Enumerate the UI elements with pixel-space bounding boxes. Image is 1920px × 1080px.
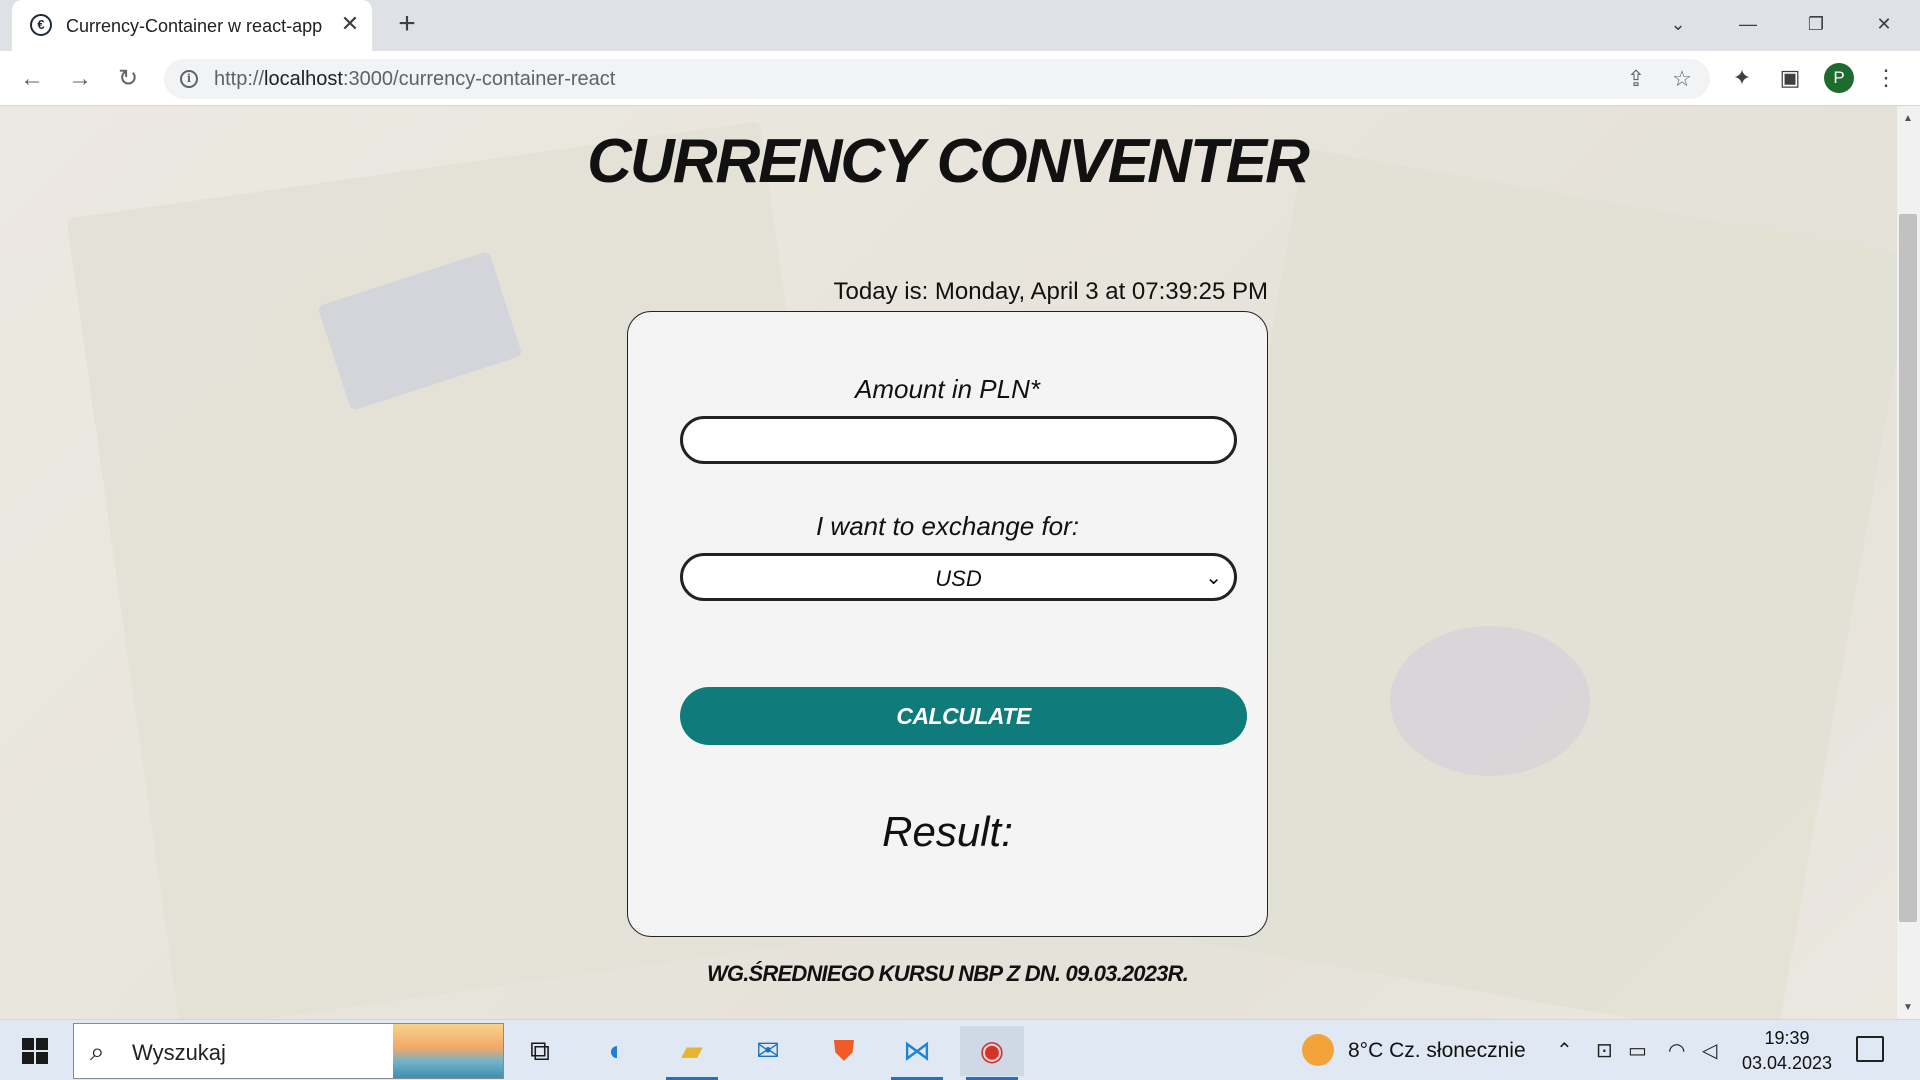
result-label: Result: bbox=[882, 808, 1013, 855]
weather-sun-icon[interactable] bbox=[1302, 1034, 1334, 1066]
url-text: http://localhost:3000/currency-container… bbox=[214, 68, 616, 90]
back-arrow-icon[interactable]: ← bbox=[16, 63, 48, 95]
scroll-up-icon[interactable]: ▲ bbox=[1899, 110, 1917, 128]
brave-browser-icon[interactable]: ⛊ bbox=[812, 1026, 876, 1076]
current-date-time: Today is: Monday, April 3 at 07:39:25 PM bbox=[833, 278, 1268, 305]
hologram-image bbox=[1390, 626, 1590, 776]
edge-browser-icon[interactable]: ◐ bbox=[585, 1026, 649, 1076]
page-title: CURRENCY CONVENTER bbox=[587, 127, 1310, 196]
volume-icon[interactable]: ◁ bbox=[1702, 1038, 1717, 1063]
battery-icon[interactable]: ▭ bbox=[1628, 1038, 1647, 1063]
currency-select[interactable]: USD ⌄ bbox=[680, 553, 1237, 601]
mail-icon[interactable]: ✉ bbox=[736, 1026, 800, 1076]
new-tab-button[interactable]: + bbox=[392, 9, 422, 40]
search-icon: ⌕ bbox=[90, 1036, 105, 1066]
browser-menu-icon[interactable]: ⋮ bbox=[1870, 62, 1902, 94]
vscode-icon[interactable]: ⋈ bbox=[885, 1026, 949, 1080]
side-panel-icon[interactable]: ▣ bbox=[1774, 62, 1806, 94]
file-explorer-icon[interactable]: ▰ bbox=[660, 1026, 724, 1080]
clock-time: 19:39 bbox=[1764, 1028, 1810, 1048]
extensions-puzzle-icon[interactable]: ✦ bbox=[1726, 62, 1758, 94]
windows-start-icon[interactable] bbox=[22, 1038, 48, 1064]
tray-chevron-up-icon[interactable]: ⌃ bbox=[1556, 1038, 1573, 1063]
share-icon[interactable]: ⇪ bbox=[1622, 65, 1650, 93]
forward-arrow-icon[interactable]: → bbox=[64, 63, 96, 95]
banknote-stack-right bbox=[1165, 148, 1897, 1019]
minimize-button[interactable]: — bbox=[1728, 6, 1768, 42]
search-placeholder: Wyszukaj bbox=[132, 1040, 226, 1065]
close-window-button[interactable]: ✕ bbox=[1864, 6, 1904, 42]
amount-label: Amount in PLN* bbox=[855, 374, 1040, 404]
weather-text[interactable]: 8°C Cz. słonecznie bbox=[1348, 1039, 1526, 1063]
scrollbar-thumb[interactable] bbox=[1899, 214, 1917, 922]
amount-input[interactable] bbox=[680, 416, 1237, 464]
calculate-button[interactable]: CALCULATE bbox=[680, 687, 1247, 745]
selected-currency: USD bbox=[935, 566, 982, 591]
close-tab-icon[interactable]: ✕ bbox=[338, 12, 362, 36]
windows-taskbar: ⌕ Wyszukaj ⧉ ◐ ▰ ✉ ⛊ ⋈ ◉ 8°C Cz. słonecz… bbox=[0, 1019, 1920, 1080]
chevron-down-icon: ⌄ bbox=[1205, 567, 1222, 589]
onedrive-sync-icon[interactable]: ⊡ bbox=[1596, 1038, 1613, 1063]
clock-date: 03.04.2023 bbox=[1741, 1053, 1833, 1073]
site-info-icon[interactable]: i bbox=[180, 70, 198, 88]
wifi-icon[interactable]: ◠ bbox=[1668, 1038, 1685, 1063]
task-view-icon[interactable]: ⧉ bbox=[508, 1026, 572, 1076]
tab-search-chevron-icon[interactable]: ⌄ bbox=[1658, 6, 1698, 42]
restore-button[interactable]: ❐ bbox=[1796, 6, 1836, 42]
taskbar-search[interactable]: ⌕ Wyszukaj bbox=[73, 1023, 504, 1079]
bookmark-star-icon[interactable]: ☆ bbox=[1668, 65, 1696, 93]
converter-form: Amount in PLN* I want to exchange for: U… bbox=[627, 311, 1268, 937]
address-bar[interactable]: i http://localhost:3000/currency-contain… bbox=[164, 59, 1710, 99]
euro-favicon-icon: € bbox=[30, 14, 52, 36]
notification-center-icon[interactable] bbox=[1856, 1036, 1884, 1062]
tab-title: Currency-Container w react-app bbox=[66, 16, 323, 36]
browser-tab[interactable]: € Currency-Container w react-app ✕ bbox=[12, 0, 372, 51]
exchange-rate-note: WG.ŚREDNIEGO KURSU NBP Z DN. 09.03.2023R… bbox=[706, 961, 1189, 986]
browser-tab-strip: € Currency-Container w react-app ✕ + ⌄ —… bbox=[0, 0, 1920, 51]
exchange-label: I want to exchange for: bbox=[815, 511, 1080, 541]
search-highlight-image bbox=[393, 1024, 503, 1078]
chrome-icon[interactable]: ◉ bbox=[960, 1026, 1024, 1080]
profile-avatar[interactable]: P bbox=[1824, 63, 1854, 93]
scroll-down-icon[interactable]: ▼ bbox=[1899, 999, 1917, 1017]
taskbar-clock[interactable]: 19:39 03.04.2023 bbox=[1732, 1026, 1842, 1076]
page-background: CURRENCY CONVENTER Today is: Monday, Apr… bbox=[0, 106, 1897, 1019]
reload-icon[interactable]: ↻ bbox=[112, 63, 144, 95]
